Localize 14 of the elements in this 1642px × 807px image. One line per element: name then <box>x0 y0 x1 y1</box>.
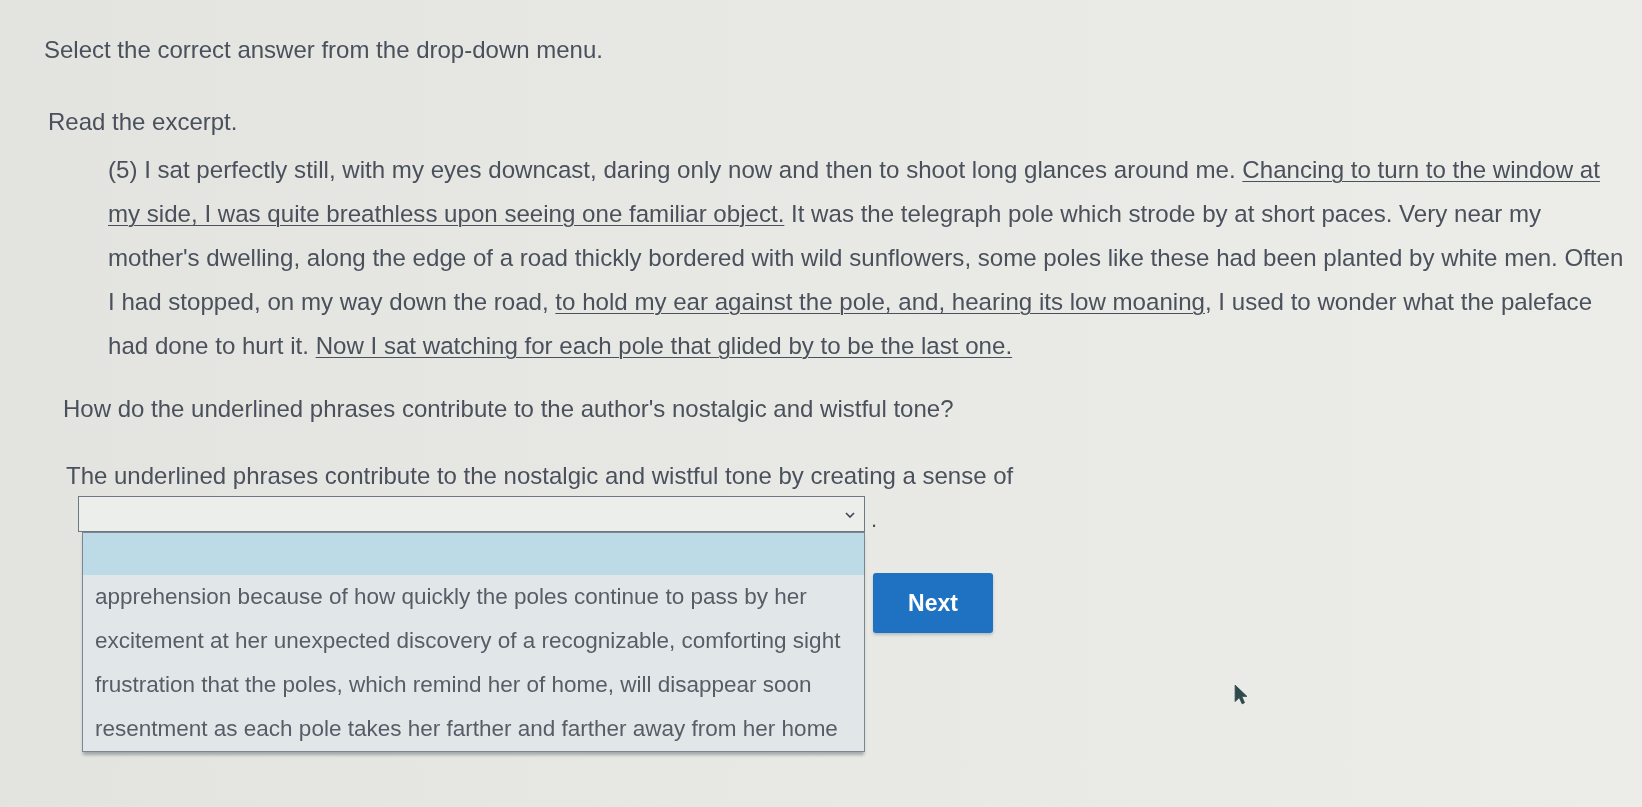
answer-dropdown[interactable] <box>78 496 865 532</box>
dropdown-option[interactable]: excitement at her unexpected discovery of a recognizable, comforting sight <box>83 619 864 663</box>
sentence-period: . <box>871 508 878 532</box>
answer-sentence: The underlined phrases contribute to the nostalgic and wistful tone by creating a sense of <box>66 462 1014 490</box>
instruction-text: Select the correct answer from the drop-down menu. <box>44 36 603 64</box>
excerpt-paragraph: (5) I sat perfectly still, with my eyes downcast, daring only now and then to shoot long glances around me. Chancing to turn to the window at my side, I was quite breathless upon seeing one familiar object. It was the telegraph pole which strode by at short paces. Very near my mother's dwelling, along the edge of a road thickly bordered with wild sunflowers, some poles like these had been planted by white men. Often I had stopped, on my way down the road, to hold my ear against the pole, and, hearing its low moaning, I used to wonder what the paleface had done to hurt it. Now I sat watching for each pole that glided by to be the last one. <box>108 155 1625 361</box>
dropdown-option[interactable]: apprehension because of how quickly the poles continue to pass by her <box>83 575 864 619</box>
dropdown-option[interactable]: frustration that the poles, which remind her of home, will disappear soon <box>83 663 864 707</box>
read-prompt: Read the excerpt. <box>48 108 238 136</box>
dropdown-option[interactable]: resentment as each pole takes her farther and farther away from her home <box>83 707 864 751</box>
question-text: How do the underlined phrases contribute to the author's nostalgic and wistful tone? <box>63 395 954 423</box>
mouse-pointer-icon <box>1234 684 1248 705</box>
next-button[interactable]: Next <box>873 573 993 633</box>
chevron-down-icon <box>845 512 855 518</box>
